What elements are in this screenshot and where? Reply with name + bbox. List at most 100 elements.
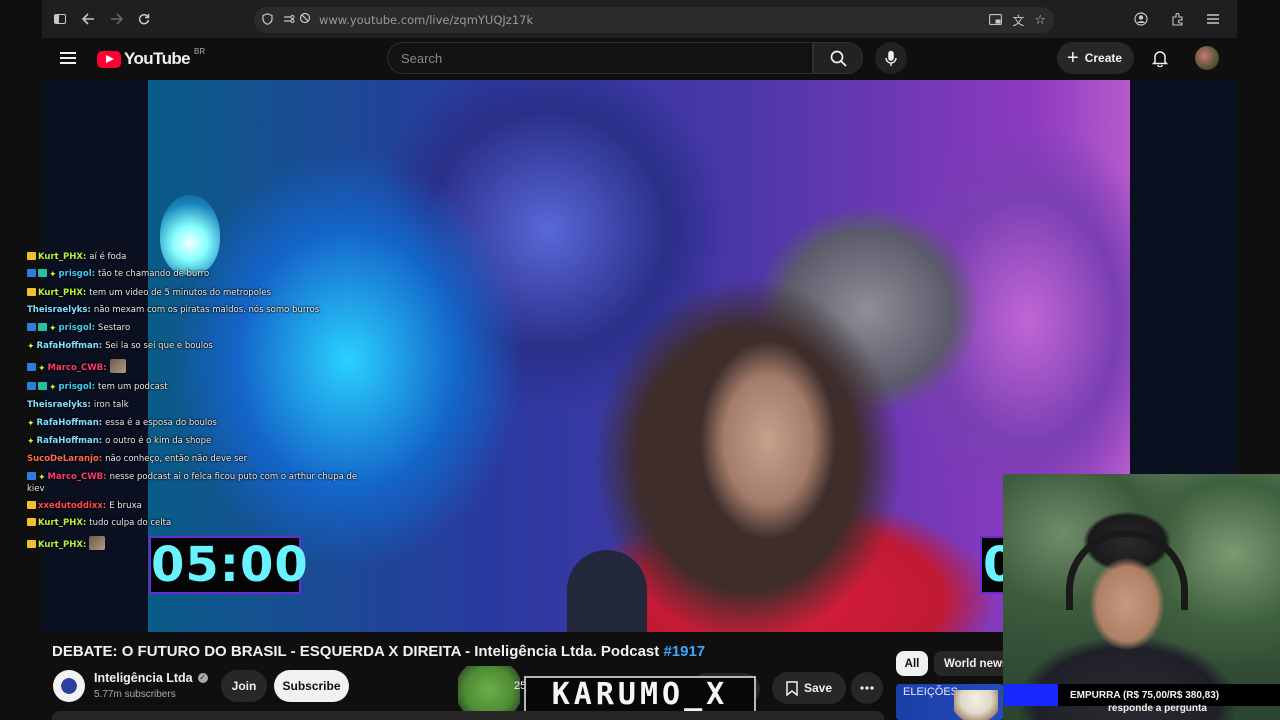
translate-icon[interactable]: 文 [1012,12,1024,29]
chat-username: Theisraelyks: [27,400,91,411]
channel-avatar[interactable] [53,670,85,702]
description-box[interactable] [52,711,884,720]
forward-icon[interactable] [102,5,130,33]
chat-message: Theisraelyks: iron talk [27,400,377,411]
create-label: Create [1084,51,1123,65]
chat-username: Kurt_PHX: [38,539,87,550]
chat-message: ✦ Marco_CWB: nesse podcast ai o felca fico… [27,471,377,495]
more-actions-button[interactable] [851,672,883,704]
chat-username: RafaHoffman: [36,435,103,446]
chat-username: Kurt_PHX: [38,287,87,298]
picture-in-picture-icon[interactable] [989,13,1003,28]
video-hashtag[interactable]: #1917 [663,643,705,660]
crown-badge-icon [27,501,36,510]
thumbnail-text: ELEIÇÕES [903,686,959,698]
youtube-header: YouTube BR + Create [42,38,1237,80]
create-button[interactable]: + Create [1057,42,1135,74]
chat-username: xxedutoddixx: [38,501,107,512]
account-icon[interactable] [1127,5,1155,33]
star-badge-icon: ✦ [27,341,35,352]
channel-name[interactable]: Inteligência Ltda ✓ [94,671,208,685]
voice-search-button[interactable] [875,42,907,74]
guide-menu-icon[interactable] [60,52,76,64]
recommended-video-thumbnail[interactable]: ELEIÇÕES [896,684,1004,720]
star-badge-icon: ✦ [38,364,46,375]
mod-badge-icon [27,381,36,390]
reload-icon[interactable] [130,5,158,33]
channel-name-text[interactable]: Inteligência Ltda [94,671,193,685]
crown-badge-icon [27,539,36,548]
verified-check-icon: ✓ [197,673,208,683]
more-dots-icon [860,686,874,690]
permissions-icon[interactable] [283,11,295,29]
podcast-microphone [567,550,647,632]
thumbnail-hat [954,690,998,720]
chat-message: xxedutoddixx: E bruxa [27,501,377,512]
chat-text: iron talk [93,400,129,411]
chat-message: ✦ prisgol: Sestaro [27,322,377,335]
address-bar[interactable]: www.youtube.com/live/zqmYUQJz17k 文 ☆ [254,7,1054,33]
chat-message: Kurt_PHX: [27,535,377,551]
subscribe-button[interactable]: Subscribe [274,670,349,702]
chat-message: Theisraelyks: não mexam com os piratas ma… [27,305,377,316]
chat-message: ✦ RafaHoffman: essa é a esposa do boulos [27,418,377,430]
tracking-blocked-icon[interactable] [299,11,311,29]
extensions-icon[interactable] [1163,5,1191,33]
chat-text: tem um podcast [98,381,168,392]
video-title-text: DEBATE: O FUTURO DO BRASIL - ESQUERDA X … [52,643,664,660]
sub-badge-icon [38,322,47,331]
save-button[interactable]: Save [772,672,846,704]
menu-icon[interactable] [1199,5,1227,33]
donation-text: EMPURRA (R$ 75,00/R$ 380,83) [1070,689,1220,701]
youtube-logo[interactable]: YouTube BR [97,46,206,69]
bell-icon [1152,51,1168,67]
video-title: DEBATE: O FUTURO DO BRASIL - ESQUERDA X … [52,643,705,660]
chat-text: tem um video de 5 minutos do metropoles [89,287,271,298]
notifications-button[interactable] [1148,46,1172,70]
chat-message: ✦ RafaHoffman: o outro é o kim da shope [27,436,377,448]
search-input[interactable] [401,50,812,66]
bookmark-star-icon[interactable]: ☆ [1034,12,1046,28]
chat-username: prisgol: [58,381,96,392]
chat-message: ✦ Marco_CWB: [27,359,377,375]
mod-badge-icon [27,269,36,278]
chat-username: Marco_CWB: [47,363,107,374]
chat-message: Kurt_PHX: tudo culpa do celta [27,518,377,529]
donation-subtext: responde a pergunta [1108,703,1207,714]
star-badge-icon: ✦ [49,323,57,334]
country-code: BR [194,46,206,56]
subscriber-count: 5.77m subscribers [94,689,176,700]
chip-world-news[interactable]: World news [934,651,1010,676]
chip-all[interactable]: All [896,651,928,676]
search-box [387,42,813,74]
youtube-wordmark: YouTube [124,49,191,68]
chat-text: não conheço, então não deve ser [105,454,248,465]
chat-username: prisgol: [58,322,96,333]
microphone-icon [885,50,897,66]
join-button[interactable]: Join [221,670,267,702]
chat-username: RafaHoffman: [36,340,103,351]
search-button[interactable] [813,42,863,74]
back-icon[interactable] [74,5,102,33]
url-text[interactable]: www.youtube.com/live/zqmYUQJz17k [319,13,533,27]
shield-icon[interactable] [262,12,273,28]
star-badge-icon: ✦ [38,472,46,483]
chat-emote-image [109,359,126,374]
chat-username: SucoDeLaranjo: [27,454,103,465]
sub-badge-icon [38,381,47,390]
chat-overlay: Kurt_PHX: aí é foda ✦ prisgol: tão te chaman… [27,252,377,557]
youtube-play-icon [97,50,121,68]
chat-text: o outro é o kim da shope [105,435,212,446]
user-avatar[interactable] [1195,46,1219,70]
chat-text: tudo culpa do celta [89,518,172,529]
save-label: Save [803,681,833,695]
chat-username: Theisraelyks: [27,305,91,316]
sidebar-toggle-icon[interactable] [46,5,74,33]
chat-username: Kurt_PHX: [38,518,87,529]
chat-text: não mexam com os piratas maldos. nós som… [93,305,320,316]
star-badge-icon: ✦ [49,270,57,281]
chat-message: ✦ prisgol: tão te chamando de burro [27,269,377,281]
chat-text: tão te chamando de burro [98,269,210,280]
mod-badge-icon [27,322,36,331]
bookmark-icon [786,680,798,696]
